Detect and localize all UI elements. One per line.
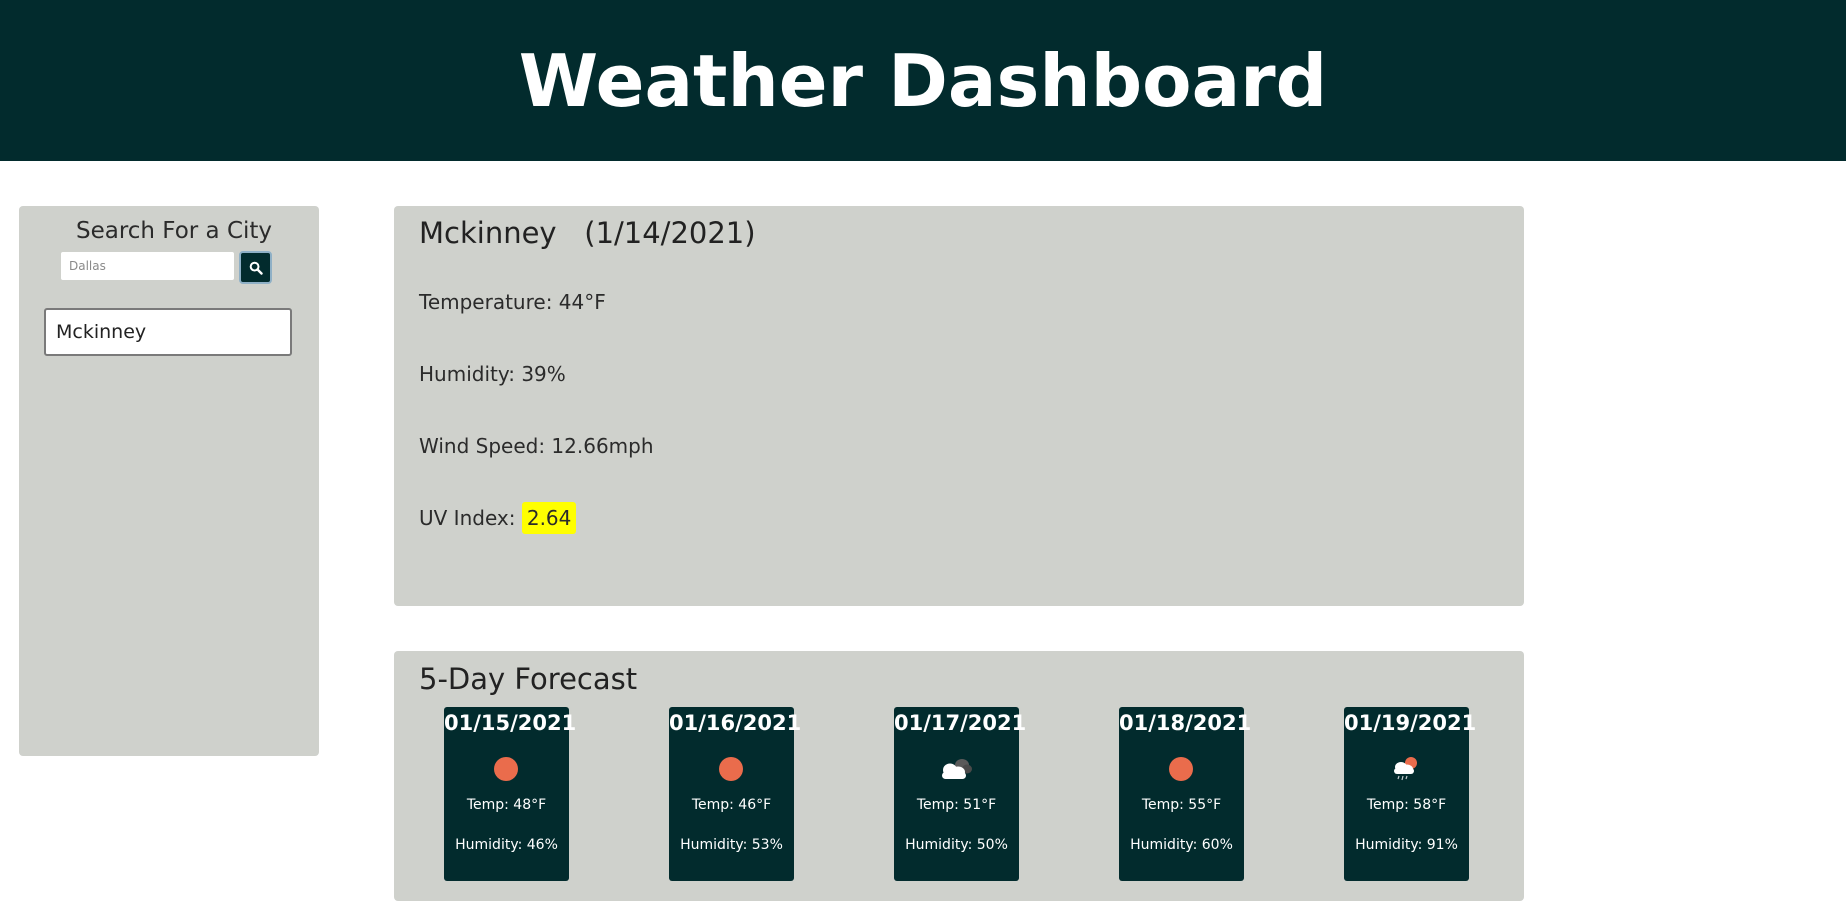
broken-clouds-icon [931,751,981,787]
forecast-humidity: Humidity: 53% [680,837,783,853]
clear-sun-icon [481,751,531,787]
forecast-temp: Temp: 48°F [466,797,547,813]
forecast-card: 01/15/2021 Temp: 48°F Humidity: 46% [444,707,577,881]
search-button[interactable] [239,251,272,284]
current-city-heading: Mckinney (1/14/2021) [419,216,756,250]
forecast-card: 01/16/2021 Temp: 46°F Humidity: 53% [669,707,802,881]
clear-sun-icon [1156,751,1206,787]
clear-sun-icon [706,751,756,787]
uv-index-label: UV Index: [419,506,522,530]
city-history-label: Mckinney [56,321,147,343]
uv-index-badge: 2.64 [521,502,577,534]
forecast-date: 01/19/2021 [1344,711,1477,735]
forecast-humidity: Humidity: 50% [905,837,1008,853]
current-uv-index: UV Index: 2.64 [419,502,577,534]
city-search-input[interactable] [60,251,235,281]
forecast-date: 01/17/2021 [894,711,1027,735]
rain-sun-icon [1381,751,1431,787]
forecast-humidity: Humidity: 46% [455,837,558,853]
forecast-humidity: Humidity: 91% [1355,837,1458,853]
forecast-card: 01/19/2021 Temp: 58°F Humidity: 91% [1344,707,1477,881]
forecast-heading: 5-Day Forecast [419,662,638,696]
forecast-temp: Temp: 46°F [691,797,772,813]
search-sidebar: Search For a City Mckinney [19,206,319,756]
current-city-name: Mckinney [419,216,557,250]
page-title: Weather Dashboard [518,38,1328,123]
city-history-item[interactable]: Mckinney [44,308,292,356]
forecast-date: 01/18/2021 [1119,711,1252,735]
forecast-card: 01/18/2021 Temp: 55°F Humidity: 60% [1119,707,1252,881]
forecast-date: 01/16/2021 [669,711,802,735]
forecast-temp: Temp: 51°F [916,797,997,813]
forecast-temp: Temp: 55°F [1141,797,1222,813]
current-weather-panel: Mckinney (1/14/2021) Temperature: 44°F H… [394,206,1524,606]
search-heading: Search For a City [75,218,273,244]
forecast-humidity: Humidity: 60% [1130,837,1233,853]
search-icon [249,261,263,275]
current-temperature: Temperature: 44°F [419,290,606,314]
current-wind-speed: Wind Speed: 12.66mph [419,434,654,458]
page-header: Weather Dashboard [0,0,1846,161]
forecast-card: 01/17/2021 Temp: 51°F Humidity: 50% [894,707,1027,881]
current-humidity: Humidity: 39% [419,362,566,386]
forecast-temp: Temp: 58°F [1366,797,1447,813]
five-day-forecast-panel: 5-Day Forecast 01/15/2021 Temp: 48°F Hum… [394,651,1524,901]
forecast-date: 01/15/2021 [444,711,577,735]
current-date: (1/14/2021) [584,216,756,250]
